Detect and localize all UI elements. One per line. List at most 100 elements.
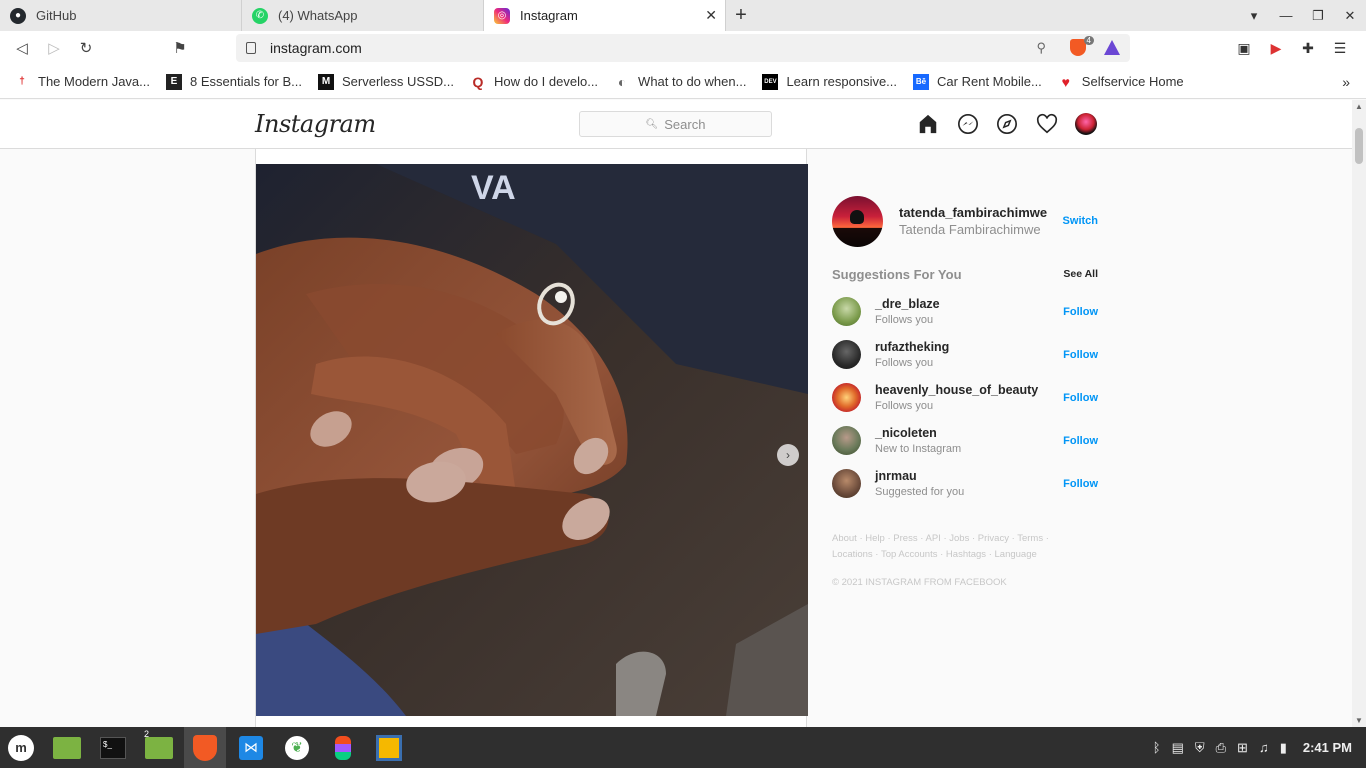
- minimize-icon[interactable]: —: [1270, 8, 1302, 23]
- follow-button[interactable]: Follow: [1063, 435, 1098, 447]
- clock[interactable]: 2:41 PM: [1303, 740, 1352, 755]
- scrollbar-thumb[interactable]: [1355, 128, 1363, 164]
- bookmark-icon[interactable]: ⚑: [164, 32, 196, 64]
- footer-link[interactable]: Locations: [832, 549, 873, 560]
- next-slide-button[interactable]: ›: [777, 444, 799, 466]
- footer-link[interactable]: Language: [995, 549, 1037, 560]
- start-menu-icon[interactable]: m: [0, 727, 42, 768]
- sound-icon[interactable]: ♫: [1259, 740, 1269, 755]
- shield-icon[interactable]: ⛨: [1195, 740, 1205, 756]
- footer-link[interactable]: Privacy: [978, 533, 1009, 544]
- brave-rewards-icon[interactable]: [1104, 40, 1120, 55]
- lock-icon: [246, 42, 256, 54]
- reload-button[interactable]: ↻: [70, 32, 102, 64]
- ig-nav: [916, 112, 1114, 136]
- profile-avatar[interactable]: [1074, 112, 1098, 136]
- mongodb-compass-icon[interactable]: ❦: [276, 727, 318, 768]
- follow-button[interactable]: Follow: [1063, 306, 1098, 318]
- printer-icon[interactable]: ⎙: [1216, 740, 1226, 756]
- see-all-button[interactable]: See All: [1063, 268, 1098, 280]
- extensions-puzzle-icon[interactable]: ✚: [1292, 40, 1324, 57]
- extension-reader-icon[interactable]: ▣: [1228, 40, 1260, 57]
- footer-link[interactable]: Top Accounts: [881, 549, 938, 560]
- instagram-icon: ◎: [494, 7, 510, 24]
- footer-link[interactable]: Jobs: [949, 533, 969, 544]
- footer-link[interactable]: About: [832, 533, 857, 544]
- bookmark-favicon-icon: ♥: [1061, 73, 1070, 90]
- bookmark-item[interactable]: ◐ What to do when...: [614, 74, 747, 90]
- suggestion-avatar[interactable]: [832, 469, 861, 498]
- figma-icon[interactable]: [322, 727, 364, 768]
- messenger-icon[interactable]: [956, 112, 980, 136]
- new-tab-button[interactable]: +: [726, 0, 756, 31]
- suggestion-avatar[interactable]: [832, 383, 861, 412]
- bookmark-item[interactable]: † The Modern Java...: [14, 74, 150, 90]
- bookmark-item[interactable]: M Serverless USSD...: [318, 73, 454, 90]
- tab-whatsapp[interactable]: ✆ (4) WhatsApp: [242, 0, 484, 31]
- suggestion-username[interactable]: _dre_blaze: [875, 297, 1063, 311]
- instagram-logo[interactable]: Instagram: [255, 110, 376, 138]
- close-tab-icon[interactable]: ✕: [705, 7, 717, 24]
- follow-button[interactable]: Follow: [1063, 478, 1098, 490]
- maximize-icon[interactable]: ❐: [1302, 8, 1334, 24]
- suggestion-username[interactable]: jnrmau: [875, 469, 1063, 483]
- home-icon[interactable]: [916, 112, 940, 136]
- suggestions-title: Suggestions For You: [832, 266, 962, 282]
- brave-browser-icon[interactable]: [184, 727, 226, 768]
- suggestion-item: jnrmau Suggested for you Follow: [832, 462, 1098, 505]
- tab-search-icon[interactable]: ▾: [1238, 8, 1270, 24]
- switch-account-button[interactable]: Switch: [1063, 215, 1098, 227]
- follow-button[interactable]: Follow: [1063, 392, 1098, 404]
- current-username[interactable]: tatenda_fambirachimwe: [899, 205, 1063, 220]
- close-window-icon[interactable]: ✕: [1334, 8, 1366, 24]
- bookmark-item[interactable]: Q How do I develo...: [470, 73, 599, 90]
- bookmark-item[interactable]: E8 Essentials for B...: [166, 73, 302, 90]
- bookmark-favicon-icon: Bē: [913, 73, 930, 90]
- scroll-down-icon[interactable]: ▼: [1355, 716, 1363, 725]
- tab-github[interactable]: ● GitHub: [0, 0, 242, 31]
- back-button[interactable]: ◁: [6, 32, 38, 64]
- follow-button[interactable]: Follow: [1063, 349, 1098, 361]
- user-avatar[interactable]: [832, 195, 883, 247]
- post-photo[interactable]: VA ›: [256, 164, 808, 716]
- copyright: © 2021 INSTAGRAM FROM FACEBOOK: [832, 577, 1007, 588]
- bluetooth-icon[interactable]: ᛒ: [1153, 740, 1161, 755]
- scroll-up-icon[interactable]: ▲: [1355, 102, 1363, 111]
- files-folder-icon[interactable]: [46, 727, 88, 768]
- tab-instagram[interactable]: ◎ Instagram ✕: [484, 0, 726, 31]
- page-scrollbar[interactable]: ▲ ▼: [1352, 100, 1366, 727]
- terminal-icon[interactable]: $_: [92, 727, 134, 768]
- folder-workspace-icon[interactable]: 2: [138, 727, 180, 768]
- footer-link[interactable]: Hashtags: [946, 549, 986, 560]
- zoom-icon[interactable]: ⚲: [1036, 40, 1046, 56]
- footer-link[interactable]: API: [926, 533, 941, 544]
- network-icon[interactable]: ⊞: [1237, 740, 1248, 756]
- footer-link[interactable]: Terms: [1017, 533, 1043, 544]
- suggestion-avatar[interactable]: [832, 297, 861, 326]
- footer-link[interactable]: Press: [893, 533, 917, 544]
- suggestion-username[interactable]: heavenly_house_of_beauty: [875, 383, 1063, 397]
- sublime-merge-icon[interactable]: [368, 727, 410, 768]
- footer-link[interactable]: Help: [865, 533, 885, 544]
- search-input[interactable]: 🔍︎ Search: [579, 111, 772, 137]
- more-bookmarks-icon[interactable]: »: [1342, 74, 1350, 90]
- forward-button[interactable]: ▷: [38, 32, 70, 64]
- suggestion-username[interactable]: _nicoleten: [875, 426, 1063, 440]
- menu-icon[interactable]: ☰: [1324, 40, 1356, 57]
- bookmark-item[interactable]: DEV Learn responsive...: [762, 73, 897, 90]
- suggestion-username[interactable]: rufaztheking: [875, 340, 1063, 354]
- clipboard-icon[interactable]: ▤: [1172, 740, 1184, 756]
- extension-media-icon[interactable]: ▶: [1260, 40, 1292, 57]
- os-taskbar: m $_ 2 ⋈ ❦ ᛒ ▤ ⛨ ⎙ ⊞ ♫ ▮ 2:41 PM: [0, 727, 1366, 768]
- bookmark-favicon-icon: Q: [472, 73, 484, 90]
- suggestion-avatar[interactable]: [832, 426, 861, 455]
- address-bar[interactable]: instagram.com ⚲ 4: [236, 34, 1130, 62]
- suggestion-avatar[interactable]: [832, 340, 861, 369]
- battery-icon[interactable]: ▮: [1280, 740, 1287, 756]
- bookmark-item[interactable]: Bē Car Rent Mobile...: [913, 73, 1042, 90]
- vscode-icon[interactable]: ⋈: [230, 727, 272, 768]
- explore-compass-icon[interactable]: [995, 112, 1019, 136]
- suggestion-subtitle: Follows you: [875, 314, 934, 326]
- bookmark-item[interactable]: ♥ Selfservice Home: [1058, 74, 1184, 90]
- heart-icon[interactable]: [1035, 112, 1059, 136]
